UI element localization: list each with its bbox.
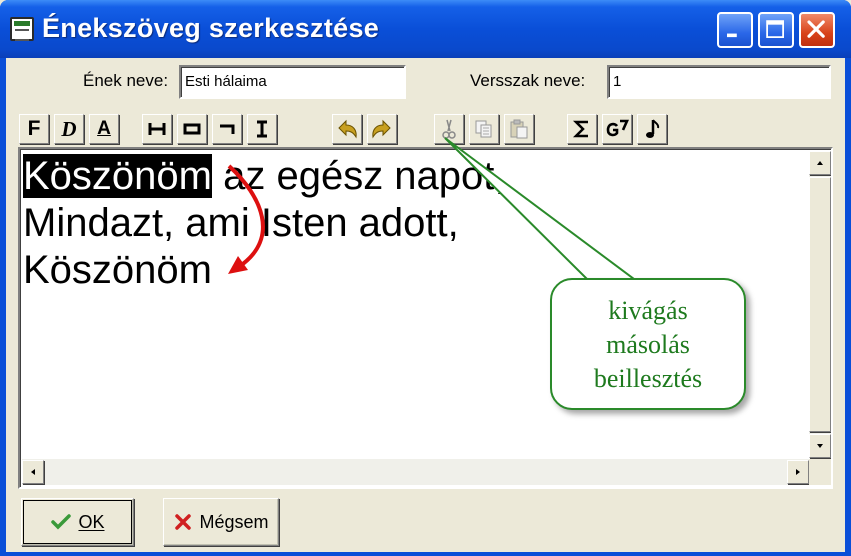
scroll-up-button[interactable] bbox=[809, 151, 831, 175]
sum-icon bbox=[572, 120, 588, 138]
minimize-button[interactable] bbox=[717, 12, 753, 48]
callout-line-copy: másolás bbox=[606, 330, 690, 359]
song-name-input[interactable]: Esti hálaima bbox=[179, 65, 406, 99]
minimize-icon bbox=[727, 33, 737, 38]
maximize-icon bbox=[766, 20, 784, 38]
x-icon bbox=[175, 514, 192, 530]
scroll-right-button[interactable] bbox=[787, 460, 809, 484]
note-icon bbox=[646, 119, 660, 138]
paste-icon bbox=[510, 119, 528, 139]
lyric-line-2: Mindazt, ami Isten adott, bbox=[23, 201, 459, 245]
copy-icon bbox=[475, 120, 492, 138]
corner-icon bbox=[220, 124, 235, 134]
maximize-button[interactable] bbox=[758, 12, 794, 48]
scroll-up-arrow-icon bbox=[817, 161, 823, 165]
ok-button[interactable]: OK bbox=[21, 498, 134, 546]
scroll-right-arrow-icon bbox=[796, 469, 800, 475]
horizontal-scrollbar[interactable] bbox=[22, 459, 809, 485]
window-title: Énekszöveg szerkesztése bbox=[42, 13, 380, 43]
scrollbar-corner bbox=[809, 459, 831, 485]
paste-button[interactable] bbox=[504, 114, 534, 144]
lyric-line-1: Köszönöm az egész napot, bbox=[23, 152, 506, 200]
verse-name-input[interactable]: 1 bbox=[607, 65, 831, 99]
lyric-line-1-rest: az egész napot, bbox=[211, 154, 506, 198]
verse-name-label: Versszak neve: bbox=[470, 71, 586, 90]
cancel-button-label: Mégsem bbox=[199, 511, 269, 532]
underline-icon: A bbox=[97, 118, 111, 139]
vertical-scrollbar[interactable] bbox=[809, 151, 831, 458]
title-bar[interactable]: Énekszöveg szerkesztése bbox=[0, 0, 851, 58]
undo-icon bbox=[338, 119, 357, 139]
vertical-scroll-thumb[interactable] bbox=[809, 177, 831, 432]
box-icon bbox=[183, 123, 201, 135]
sum-button[interactable] bbox=[567, 114, 597, 144]
italic-icon: D bbox=[61, 116, 77, 141]
underline-button[interactable]: A bbox=[89, 114, 119, 144]
close-button[interactable] bbox=[799, 12, 835, 48]
redo-icon bbox=[372, 119, 391, 139]
app-icon[interactable] bbox=[10, 17, 34, 41]
close-icon bbox=[807, 20, 825, 38]
callout-line-paste: beillesztés bbox=[593, 364, 703, 393]
copy-button[interactable] bbox=[469, 114, 499, 144]
cut-icon bbox=[442, 119, 456, 139]
chord-button[interactable] bbox=[602, 114, 632, 144]
song-name-label: Ének neve: bbox=[83, 71, 169, 90]
check-icon bbox=[51, 514, 72, 530]
italic-button[interactable]: D bbox=[54, 114, 84, 144]
scroll-down-arrow-icon bbox=[817, 444, 823, 448]
bold-button[interactable]: F bbox=[19, 114, 49, 144]
lyric-line-3: Köszönöm bbox=[23, 248, 212, 292]
box-button[interactable] bbox=[177, 114, 207, 144]
ok-button-label: OK bbox=[78, 511, 105, 532]
undo-button[interactable] bbox=[332, 114, 362, 144]
cancel-button[interactable]: Mégsem bbox=[163, 498, 279, 546]
scroll-left-arrow-icon bbox=[31, 469, 35, 475]
bold-icon: F bbox=[27, 117, 41, 140]
corner-button[interactable] bbox=[212, 114, 242, 144]
chord-icon bbox=[606, 119, 630, 137]
text-cursor-icon bbox=[257, 120, 267, 138]
note-button[interactable] bbox=[637, 114, 667, 144]
callout-line-cut: kivágás bbox=[608, 296, 688, 325]
redo-button[interactable] bbox=[367, 114, 397, 144]
chord-span-icon bbox=[148, 123, 166, 135]
text-cursor-button[interactable] bbox=[247, 114, 277, 144]
callout-box: kivágás másolás beillesztés bbox=[550, 278, 746, 410]
selected-text[interactable]: Köszönöm bbox=[23, 154, 212, 198]
cut-button[interactable] bbox=[434, 114, 464, 144]
scroll-down-button[interactable] bbox=[809, 434, 831, 458]
chord-span-button[interactable] bbox=[142, 114, 172, 144]
scroll-left-button[interactable] bbox=[22, 460, 44, 484]
